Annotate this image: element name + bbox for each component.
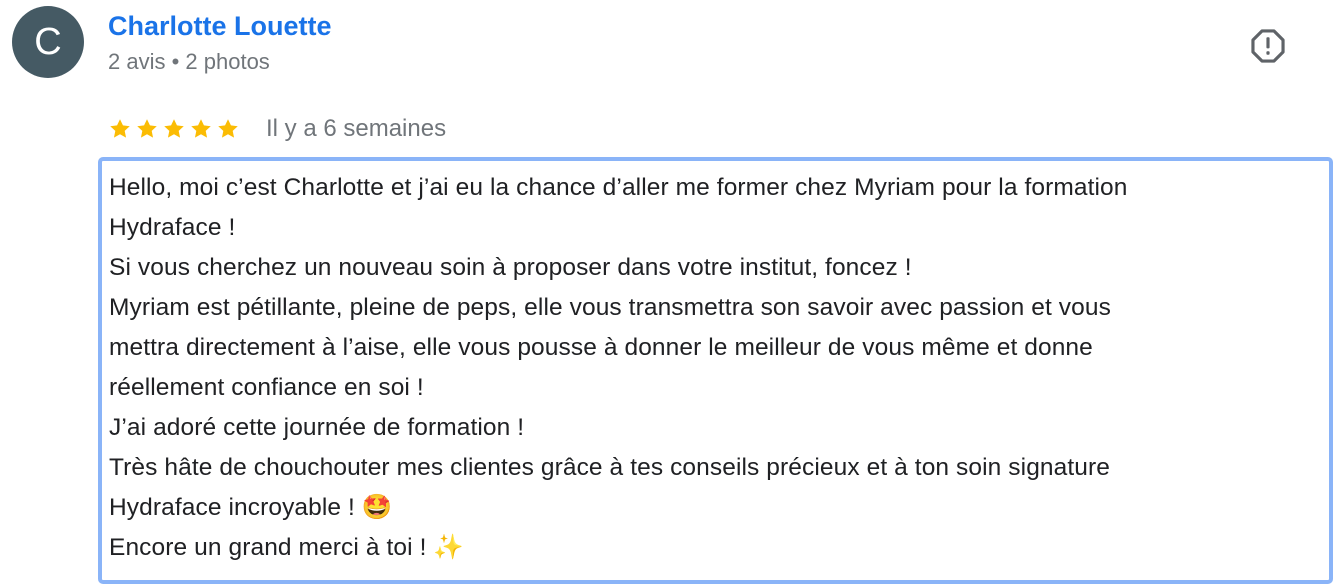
- review-text-line: Hydraface incroyable ! 🤩: [109, 494, 393, 521]
- reviewer-name-link[interactable]: Charlotte Louette: [108, 10, 332, 42]
- report-review-button[interactable]: [1248, 26, 1288, 66]
- review-text-line: Très hâte de chouchouter mes clientes gr…: [109, 454, 1110, 481]
- star-icon: [191, 119, 211, 138]
- avatar-initial: C: [34, 21, 62, 63]
- review-text-line: Encore un grand merci à toi ! ✨: [109, 534, 464, 561]
- star-icon: [164, 119, 184, 138]
- review-text: Hello, moi c’est Charlotte et j’ai eu la…: [98, 157, 1333, 584]
- review-text-line: Hydraface !: [109, 214, 236, 241]
- review-text-line: Hello, moi c’est Charlotte et j’ai eu la…: [109, 174, 1128, 201]
- star-rating: [108, 117, 240, 141]
- review-card: C Charlotte Louette 2 avis • 2 photos Il…: [0, 0, 1334, 586]
- star-icon: [137, 119, 157, 138]
- star-icon: [110, 119, 130, 138]
- review-text-line: mettra directement à l’aise, elle vous p…: [109, 334, 1093, 361]
- star-icon: [218, 119, 238, 138]
- review-date: Il y a 6 semaines: [266, 115, 447, 142]
- report-flag-icon: [1251, 29, 1285, 63]
- rating-row: Il y a 6 semaines: [108, 112, 446, 146]
- review-text-line: Si vous cherchez un nouveau soin à propo…: [109, 254, 912, 281]
- review-text-line: Myriam est pétillante, pleine de peps, e…: [109, 294, 1111, 321]
- avatar[interactable]: C: [12, 6, 84, 78]
- reviewer-meta: 2 avis • 2 photos: [108, 49, 270, 74]
- review-text-line: J’ai adoré cette journée de formation !: [109, 414, 525, 441]
- review-text-line: réellement confiance en soi !: [109, 374, 424, 401]
